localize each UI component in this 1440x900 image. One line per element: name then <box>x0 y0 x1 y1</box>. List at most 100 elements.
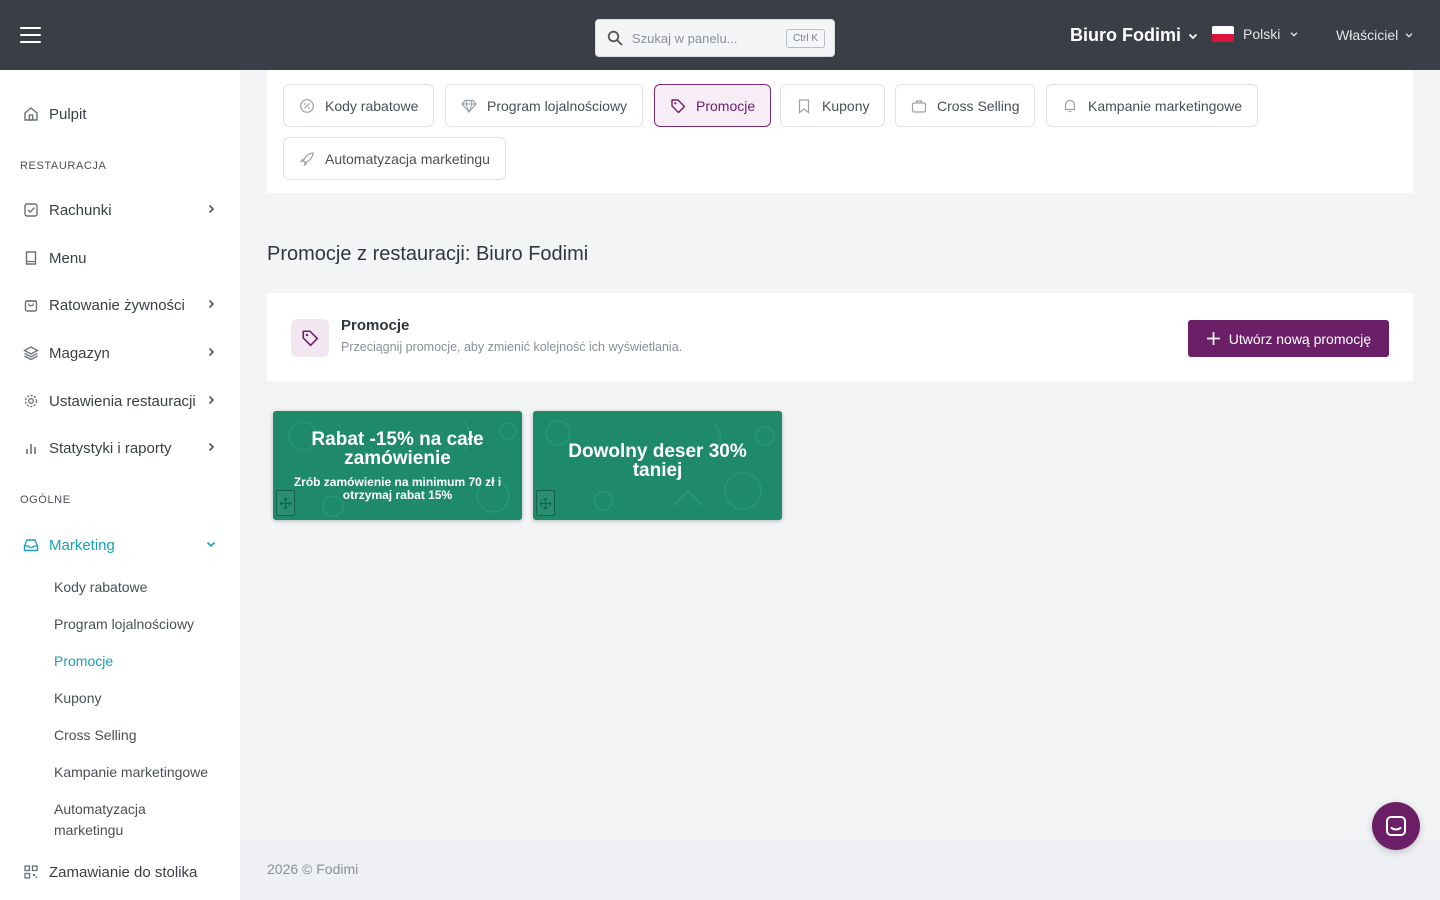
tab-cross-selling[interactable]: Cross Selling <box>895 84 1036 127</box>
user-role-label: Właściciel <box>1336 27 1399 43</box>
chat-icon <box>1386 816 1406 836</box>
promotions-card-subtitle: Przeciągnij promocje, aby zmienić kolejn… <box>341 340 683 354</box>
sidebar-subitem-label-line1: Automatyzacja <box>54 801 146 817</box>
sidebar-subitem-discount-codes[interactable]: Kody rabatowe <box>54 577 147 598</box>
shopping-bag-icon <box>22 296 40 314</box>
promotion-title-line1: Rabat -15% na całe <box>311 429 484 450</box>
promotion-description-line1: Zrób zamówienie na minimum 70 zł i <box>293 475 502 489</box>
sidebar-item-label: Menu <box>49 249 87 267</box>
menu-toggle-icon[interactable] <box>20 27 41 43</box>
tag-icon <box>291 319 329 357</box>
sidebar-item-restaurant-settings[interactable]: Ustawienia restauracji <box>0 383 240 419</box>
sidebar-subitem-loyalty-program[interactable]: Program lojalnościowy <box>54 614 194 635</box>
sidebar-item-label: Pulpit <box>49 105 87 123</box>
home-icon <box>22 105 40 123</box>
sidebar-subitem-cross-selling[interactable]: Cross Selling <box>54 725 136 746</box>
section-label-general: OGÓLNE <box>20 494 71 506</box>
book-icon <box>22 249 40 267</box>
tab-marketing-automation[interactable]: Automatyzacja marketingu <box>283 137 506 180</box>
chat-launcher-button[interactable] <box>1372 802 1420 850</box>
tab-coupons[interactable]: Kupony <box>780 84 886 127</box>
poland-flag-icon <box>1212 26 1234 42</box>
search-icon <box>607 30 623 46</box>
rocket-icon <box>298 150 316 168</box>
plus-icon <box>1206 332 1220 345</box>
section-label-restaurant: RESTAURACJA <box>20 160 107 172</box>
language-selector[interactable]: Polski <box>1212 26 1299 42</box>
promotion-title-line1: Dowolny deser 30% <box>568 441 747 462</box>
marketing-tabs-card: Kody rabatowe Program lojalnościowy Prom… <box>267 70 1413 193</box>
sidebar-item-label: Marketing <box>49 536 115 554</box>
tab-discount-codes[interactable]: Kody rabatowe <box>283 84 435 127</box>
tab-label: Kupony <box>822 97 870 114</box>
sidebar-item-table-ordering[interactable]: Zamawianie do stolika <box>0 854 240 890</box>
tab-label: Kampanie marketingowe <box>1088 97 1243 114</box>
gear-icon <box>22 392 40 410</box>
sidebar-item-label: Ratowanie żywności <box>49 296 185 314</box>
search-input[interactable] <box>632 29 772 47</box>
drag-handle-icon[interactable] <box>276 490 295 516</box>
page-title: Promocje z restauracji: Biuro Fodimi <box>267 243 589 265</box>
promotions-card-title: Promocje <box>341 317 410 334</box>
sidebar: Pulpit RESTAURACJA Rachunki Menu Ratowan… <box>0 70 240 900</box>
briefcase-plus-icon <box>910 97 928 115</box>
sidebar-item-food-rescue[interactable]: Ratowanie żywności <box>0 287 240 323</box>
search-shortcut-badge: Ctrl K <box>786 29 825 48</box>
sidebar-item-marketing[interactable]: Marketing <box>0 527 240 563</box>
tag-icon <box>669 97 687 115</box>
sidebar-item-label: Ustawienia restauracji <box>49 392 196 410</box>
tab-loyalty-program[interactable]: Program lojalnościowy <box>445 84 644 127</box>
tab-label: Automatyzacja marketingu <box>325 150 490 167</box>
sidebar-item-dashboard[interactable]: Pulpit <box>0 96 240 132</box>
sidebar-item-bills[interactable]: Rachunki <box>0 192 240 228</box>
diamond-icon <box>460 97 478 115</box>
user-role-menu[interactable]: Właściciel <box>1336 27 1414 43</box>
sidebar-item-label: Magazyn <box>49 344 110 362</box>
layers-icon <box>22 344 40 362</box>
tab-label: Kody rabatowe <box>325 97 419 114</box>
top-bar: Ctrl K Biuro Fodimi Polski Właściciel <box>0 0 1440 70</box>
promotion-description: Zrób zamówienie na minimum 70 zł i otrzy… <box>287 476 508 502</box>
sidebar-item-stats[interactable]: Statystyki i raporty <box>0 430 240 466</box>
percent-badge-icon <box>298 97 316 115</box>
search-box[interactable]: Ctrl K <box>595 19 835 57</box>
tab-label: Cross Selling <box>937 97 1020 114</box>
sidebar-subitem-label-line2: marketingu <box>54 822 124 838</box>
promotions-header-card: Promocje Przeciągnij promocje, aby zmien… <box>267 293 1413 381</box>
promotion-title-line2: zamówienie <box>344 448 451 469</box>
chevron-right-icon <box>208 442 215 452</box>
promotion-title: Rabat -15% na całe zamówienie <box>283 430 512 468</box>
promotion-description-line2: otrzymaj rabat 15% <box>342 488 453 502</box>
sidebar-subitem-marketing-campaigns[interactable]: Kampanie marketingowe <box>54 762 208 783</box>
chevron-down-icon <box>1290 32 1298 37</box>
tab-promotions[interactable]: Promocje <box>654 84 772 127</box>
restaurant-selector[interactable]: Biuro Fodimi <box>1070 25 1199 46</box>
tab-label: Program lojalnościowy <box>487 97 628 114</box>
sidebar-item-label: Zamawianie do stolika <box>49 863 198 881</box>
sidebar-subitem-marketing-automation[interactable]: Automatyzacja marketingu <box>54 799 146 841</box>
create-promotion-button[interactable]: Utwórz nową promocję <box>1188 320 1389 357</box>
drag-handle-icon[interactable] <box>536 490 555 516</box>
tab-label: Promocje <box>696 97 756 114</box>
sidebar-item-warehouse[interactable]: Magazyn <box>0 335 240 371</box>
chevron-right-icon <box>208 299 215 309</box>
sidebar-item-menu[interactable]: Menu <box>0 240 240 276</box>
promotion-tile[interactable]: Dowolny deser 30% taniej <box>533 411 782 520</box>
sidebar-subitem-promotions[interactable]: Promocje <box>54 651 113 672</box>
sidebar-item-label: Rachunki <box>49 201 112 219</box>
restaurant-name: Biuro Fodimi <box>1070 25 1181 45</box>
promotion-title-line2: taniej <box>632 460 683 481</box>
chevron-right-icon <box>208 347 215 357</box>
footer-copyright: 2026 © Fodimi <box>267 861 359 877</box>
footer-bar <box>240 840 1440 900</box>
bell-icon <box>1061 97 1079 115</box>
chevron-down-icon <box>1405 33 1413 38</box>
promotion-tile[interactable]: Rabat -15% na całe zamówienie Zrób zamów… <box>273 411 522 520</box>
sidebar-subitem-coupons[interactable]: Kupony <box>54 688 101 709</box>
inbox-icon <box>22 536 40 554</box>
create-promotion-label: Utwórz nową promocję <box>1228 330 1372 347</box>
tab-marketing-campaigns[interactable]: Kampanie marketingowe <box>1046 84 1259 127</box>
promotion-title: Dowolny deser 30% taniej <box>543 442 772 480</box>
checklist-icon <box>22 201 40 219</box>
qr-code-icon <box>22 863 40 881</box>
